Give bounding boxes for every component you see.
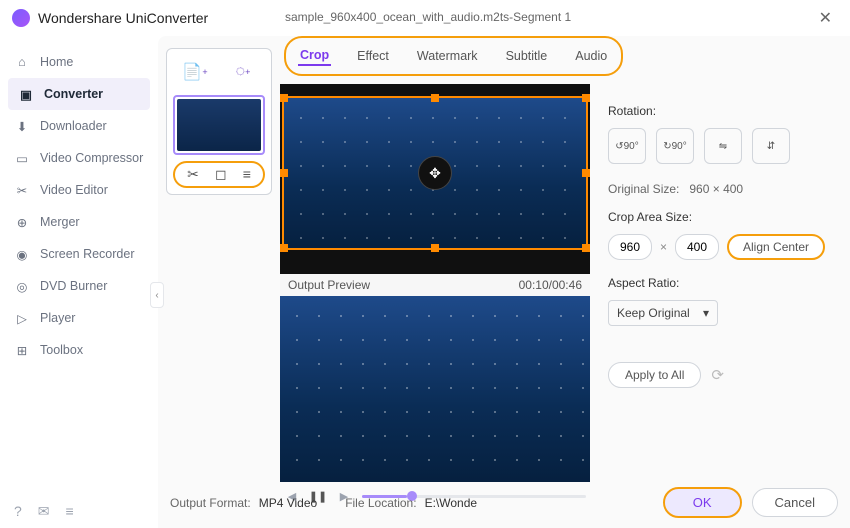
sidebar-item-label: Video Editor — [40, 183, 108, 197]
sidebar-item-label: Toolbox — [40, 343, 83, 357]
app-logo — [12, 9, 30, 27]
apply-all-button[interactable]: Apply to All — [608, 362, 701, 388]
sidebar-item-toolbox[interactable]: ⊞ Toolbox — [0, 334, 158, 366]
sidebar-item-burner[interactable]: ◎ DVD Burner — [0, 270, 158, 302]
help-icon[interactable]: ? — [14, 503, 22, 520]
crop-canvas[interactable]: ✥ — [280, 84, 590, 274]
sidebar-item-label: Downloader — [40, 119, 107, 133]
tab-audio[interactable]: Audio — [573, 47, 609, 65]
flip-horizontal-button[interactable]: ⇋ — [704, 128, 742, 164]
rotate-ccw-button[interactable]: ↺90° — [608, 128, 646, 164]
filename: sample_960x400_ocean_with_audio.m2ts-Seg… — [285, 10, 571, 24]
more-icon[interactable]: ≡ — [243, 166, 251, 183]
converter-icon: ▣ — [18, 86, 34, 102]
crop-handle[interactable] — [431, 94, 439, 102]
crop-handle[interactable] — [280, 94, 288, 102]
burner-icon: ◎ — [14, 278, 30, 294]
sidebar-item-recorder[interactable]: ◉ Screen Recorder — [0, 238, 158, 270]
cancel-button[interactable]: Cancel — [752, 488, 838, 517]
crop-handle[interactable] — [582, 244, 590, 252]
sidebar-item-label: DVD Burner — [40, 279, 107, 293]
aspect-label: Aspect Ratio: — [608, 276, 838, 290]
flip-vertical-button[interactable]: ⇵ — [752, 128, 790, 164]
toolbox-icon: ⊞ — [14, 342, 30, 358]
compressor-icon: ▭ — [14, 150, 30, 166]
add-file-icon[interactable]: 📄+ — [182, 59, 208, 85]
align-center-button[interactable]: Align Center — [727, 234, 825, 260]
preview-label: Output Preview — [288, 278, 370, 292]
crop-handle[interactable] — [582, 94, 590, 102]
original-size-label: Original Size: — [608, 182, 679, 196]
original-size-value: 960 × 400 — [689, 182, 743, 196]
aspect-value: Keep Original — [617, 306, 690, 320]
sidebar-item-label: Video Compressor — [40, 151, 143, 165]
crop-handle[interactable] — [431, 244, 439, 252]
crop-width-input[interactable] — [608, 234, 652, 260]
edit-tabs: Crop Effect Watermark Subtitle Audio — [284, 36, 623, 76]
sidebar-item-player[interactable]: ▷ Player — [0, 302, 158, 334]
crop-handle[interactable] — [582, 169, 590, 177]
file-location-value: E:\Wonde — [425, 496, 477, 510]
crop-handle[interactable] — [280, 169, 288, 177]
sidebar-item-editor[interactable]: ✂ Video Editor — [0, 174, 158, 206]
tab-watermark[interactable]: Watermark — [415, 47, 480, 65]
preview-time: 00:10/00:46 — [519, 278, 582, 292]
sidebar-item-compressor[interactable]: ▭ Video Compressor — [0, 142, 158, 174]
player-icon: ▷ — [14, 310, 30, 326]
crop-area-label: Crop Area Size: — [608, 210, 838, 224]
crop-height-input[interactable] — [675, 234, 719, 260]
recorder-icon: ◉ — [14, 246, 30, 262]
move-icon[interactable]: ✥ — [418, 156, 452, 190]
tab-effect[interactable]: Effect — [355, 47, 391, 65]
sidebar-item-merger[interactable]: ⊕ Merger — [0, 206, 158, 238]
chevron-down-icon: ▾ — [703, 306, 709, 320]
rotation-label: Rotation: — [608, 104, 838, 118]
app-title: Wondershare UniConverter — [38, 10, 208, 26]
multiply-icon: × — [660, 240, 667, 254]
sidebar-item-label: Converter — [44, 87, 103, 101]
editor-icon: ✂ — [14, 182, 30, 198]
sidebar-item-label: Screen Recorder — [40, 247, 135, 261]
collapse-handle[interactable]: ‹ — [150, 282, 164, 308]
clip-panel: 📄+ ◌+ ✂ ◻ ≡ — [166, 48, 272, 195]
tab-subtitle[interactable]: Subtitle — [504, 47, 550, 65]
sidebar-item-label: Merger — [40, 215, 80, 229]
sidebar-item-home[interactable]: ⌂ Home — [0, 46, 158, 78]
downloader-icon: ⬇ — [14, 118, 30, 134]
output-preview — [280, 296, 590, 482]
home-icon: ⌂ — [14, 54, 30, 70]
trim-icon[interactable]: ✂ — [187, 166, 199, 183]
sidebar-item-label: Player — [40, 311, 75, 325]
close-button[interactable]: ✕ — [813, 6, 838, 30]
sidebar-item-converter[interactable]: ▣ Converter — [8, 78, 150, 110]
crop-icon[interactable]: ◻ — [215, 166, 227, 183]
clip-thumbnail[interactable] — [173, 95, 265, 155]
tab-crop[interactable]: Crop — [298, 46, 331, 66]
feedback-icon[interactable]: ✉ — [38, 503, 50, 520]
menu-icon[interactable]: ≡ — [66, 503, 74, 520]
aspect-select[interactable]: Keep Original ▾ — [608, 300, 718, 326]
output-format-value: MP4 Video — [259, 496, 317, 510]
output-format-label: Output Format: — [170, 496, 251, 510]
rotate-cw-button[interactable]: ↻90° — [656, 128, 694, 164]
ok-button[interactable]: OK — [663, 487, 742, 518]
sidebar-item-label: Home — [40, 55, 73, 69]
add-clip-icon[interactable]: ◌+ — [230, 59, 256, 85]
sidebar: ⌂ Home ▣ Converter ⬇ Downloader ▭ Video Comp… — [0, 36, 158, 528]
reset-icon[interactable]: ⟳ — [711, 366, 724, 384]
merger-icon: ⊕ — [14, 214, 30, 230]
crop-handle[interactable] — [280, 244, 288, 252]
file-location-label: File Location: — [345, 496, 416, 510]
sidebar-item-downloader[interactable]: ⬇ Downloader — [0, 110, 158, 142]
